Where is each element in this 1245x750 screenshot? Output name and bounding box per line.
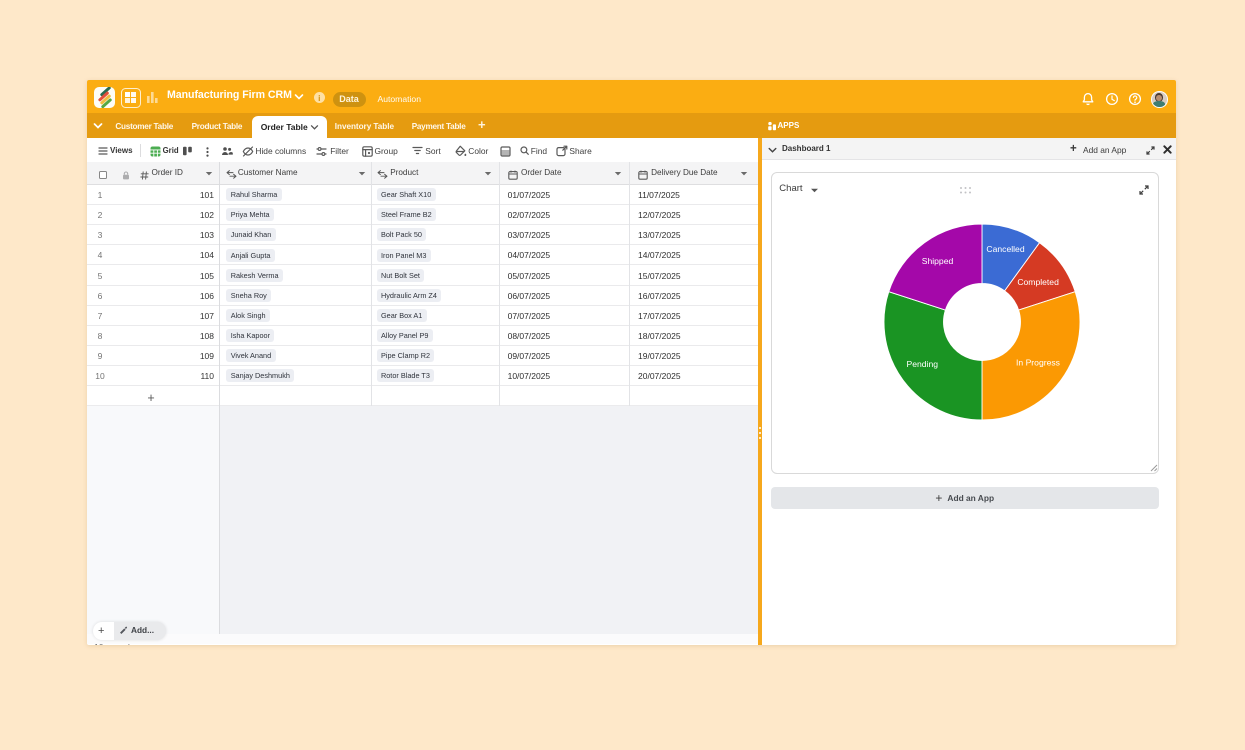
svg-text:Completed: Completed: [1017, 277, 1059, 287]
svg-text:Shipped: Shipped: [921, 256, 953, 266]
svg-text:In Progress: In Progress: [1016, 357, 1060, 367]
svg-text:Cancelled: Cancelled: [986, 244, 1024, 254]
svg-text:Pending: Pending: [906, 359, 938, 369]
